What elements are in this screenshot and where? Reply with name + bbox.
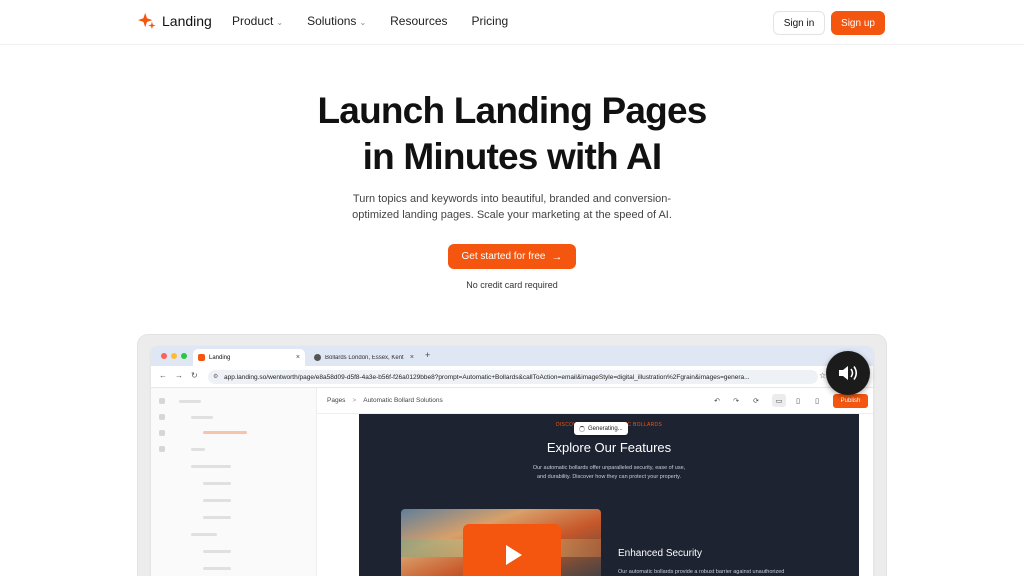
sidebar-line bbox=[191, 465, 231, 468]
hero-subtitle-line-2: optimized landing pages. Scale your mark… bbox=[352, 209, 672, 221]
browser-tab-landing[interactable]: Landing × bbox=[193, 349, 305, 366]
features-title: Explore Our Features bbox=[546, 440, 672, 455]
menu-item-solutions[interactable]: Solutions ⌄ bbox=[307, 14, 366, 28]
brand[interactable]: Landing bbox=[138, 12, 212, 30]
browser-tab-bollards[interactable]: Bollards London, Essex, Kent × bbox=[309, 349, 419, 366]
url-field[interactable]: ⚙ app.landing.so/wentworth/page/e8a58d09… bbox=[208, 370, 818, 384]
window-minimize-dot bbox=[171, 353, 177, 359]
publish-button[interactable]: Publish bbox=[833, 394, 868, 408]
generating-badge: Generating... bbox=[574, 422, 628, 435]
refresh-icon[interactable]: ⟳ bbox=[749, 394, 763, 407]
sidebar-line bbox=[203, 550, 231, 553]
sidebar-line-active bbox=[203, 431, 247, 434]
sidebar-icon[interactable] bbox=[159, 398, 165, 404]
sidebar-line bbox=[191, 416, 213, 419]
landing-favicon-icon bbox=[198, 354, 205, 361]
tab-label: Landing bbox=[209, 354, 231, 361]
menu-item-label: Pricing bbox=[471, 14, 509, 28]
play-icon bbox=[506, 545, 522, 565]
sign-in-button[interactable]: Sign in bbox=[773, 11, 825, 35]
sign-up-button[interactable]: Sign up bbox=[831, 11, 885, 35]
close-icon[interactable]: × bbox=[410, 354, 414, 361]
editor-sidebar bbox=[151, 388, 317, 576]
hero-subtitle-line-1: Turn topics and keywords into beautiful,… bbox=[352, 193, 672, 205]
breadcrumb-pages[interactable]: Pages bbox=[327, 397, 345, 404]
sidebar-icon[interactable] bbox=[159, 414, 165, 420]
window-zoom-dot bbox=[181, 353, 187, 359]
features-description: Our automatic bollards offer unparallele… bbox=[359, 464, 859, 482]
tab-label: Bollards London, Essex, Kent bbox=[325, 354, 404, 361]
site-settings-icon[interactable]: ⚙ bbox=[213, 373, 218, 380]
brand-name: Landing bbox=[162, 13, 212, 29]
menu-item-pricing[interactable]: Pricing bbox=[472, 14, 509, 28]
sidebar-line bbox=[203, 516, 231, 519]
no-credit-card-note: No credit card required bbox=[466, 280, 558, 290]
browser-tab-strip: Landing × Bollards London, Essex, Kent ×… bbox=[151, 346, 873, 366]
breadcrumb-current: Automatic Bollard Solutions bbox=[363, 397, 443, 404]
features-description-line-1: Our automatic bollards offer unparallele… bbox=[532, 465, 686, 471]
spinner-icon bbox=[579, 425, 585, 432]
sound-toggle-button[interactable] bbox=[826, 351, 870, 395]
chevron-down-icon: ⌄ bbox=[276, 17, 284, 27]
hero-subtitle: Turn topics and keywords into beautiful,… bbox=[0, 191, 1024, 223]
arrow-right-icon: → bbox=[551, 250, 563, 263]
sidebar-line bbox=[203, 482, 231, 485]
forward-icon[interactable]: → bbox=[175, 371, 183, 380]
mobile-icon[interactable]: ▯ bbox=[810, 394, 824, 407]
back-icon[interactable]: ← bbox=[159, 371, 167, 380]
sidebar-icon[interactable] bbox=[159, 430, 165, 436]
desktop-icon[interactable]: ▭ bbox=[772, 394, 786, 407]
sparkle-logo-icon bbox=[138, 12, 156, 30]
generating-label: Generating... bbox=[588, 425, 623, 432]
breadcrumb-separator: > bbox=[352, 397, 357, 404]
page-preview-canvas: DISCOVER OUR AUTOMATIC BOLLARDS Generati… bbox=[359, 414, 859, 576]
site-favicon-icon bbox=[314, 354, 321, 361]
enhanced-security-title: Enhanced Security bbox=[618, 548, 702, 559]
speaker-icon bbox=[839, 366, 858, 380]
menu-item-resources[interactable]: Resources bbox=[390, 14, 447, 28]
editor-toolbar: Pages > Automatic Bollard Solutions ↶ ↷ … bbox=[317, 388, 873, 414]
hero-title-line-1: Launch Landing Pages bbox=[317, 90, 708, 131]
menu-item-label: Solutions bbox=[307, 14, 357, 28]
hero-title: Launch Landing Pages in Minutes with AI bbox=[0, 88, 1024, 180]
get-started-label: Get started for free bbox=[461, 251, 546, 262]
hero-title-line-2: in Minutes with AI bbox=[362, 136, 663, 177]
close-icon[interactable]: × bbox=[296, 354, 300, 361]
top-nav: Landing Product ⌄ Solutions ⌄ Resources … bbox=[0, 0, 1024, 45]
redo-icon[interactable]: ↷ bbox=[729, 394, 743, 407]
sidebar-line bbox=[191, 448, 205, 451]
sidebar-line bbox=[203, 499, 231, 502]
sidebar-icon[interactable] bbox=[159, 446, 165, 452]
menu-item-product[interactable]: Product ⌄ bbox=[232, 14, 283, 28]
menu-item-label: Product bbox=[232, 14, 274, 28]
video-play-button[interactable] bbox=[463, 524, 561, 576]
get-started-button[interactable]: Get started for free → bbox=[448, 244, 576, 269]
main-menu: Product ⌄ Solutions ⌄ Resources Pricing bbox=[232, 14, 508, 28]
reload-icon[interactable]: ↻ bbox=[191, 371, 198, 380]
url-text: app.landing.so/wentworth/page/e8a58d09-d… bbox=[224, 373, 750, 381]
tablet-icon[interactable]: ▯ bbox=[791, 394, 805, 407]
address-bar: ← → ↻ ⚙ app.landing.so/wentworth/page/e8… bbox=[151, 366, 873, 388]
undo-icon[interactable]: ↶ bbox=[710, 394, 724, 407]
enhanced-security-description: Our automatic bollards provide a robust … bbox=[618, 569, 785, 575]
breadcrumb: Pages > Automatic Bollard Solutions bbox=[327, 397, 443, 404]
chevron-down-icon: ⌄ bbox=[359, 17, 367, 27]
features-description-line-2: and durability. Discover how they can pr… bbox=[536, 474, 682, 480]
sidebar-line bbox=[203, 567, 231, 570]
menu-item-label: Resources bbox=[390, 14, 448, 28]
sidebar-line bbox=[191, 533, 217, 536]
sidebar-line bbox=[179, 400, 201, 403]
new-tab-icon[interactable]: + bbox=[425, 350, 430, 360]
window-close-dot bbox=[161, 353, 167, 359]
